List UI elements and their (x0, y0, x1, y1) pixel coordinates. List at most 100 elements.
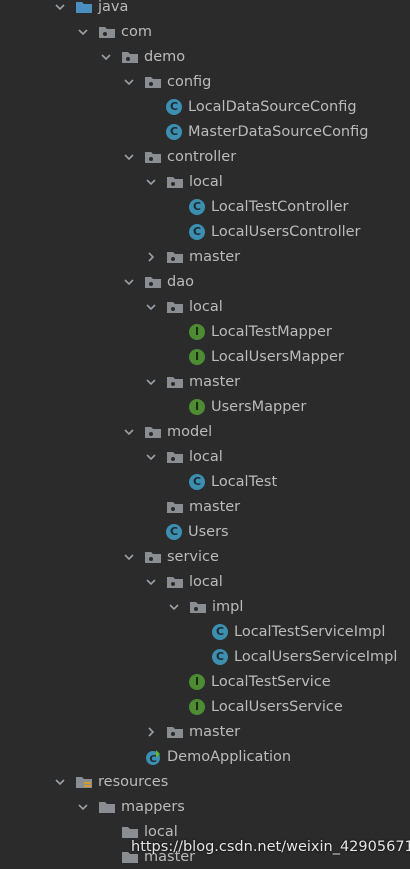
interface-icon: I (189, 398, 205, 415)
chevron-down-icon[interactable] (122, 275, 136, 289)
tree-item-label: com (121, 23, 152, 40)
spring-boot-app-icon: C (144, 748, 162, 766)
tree-item-label: LocalUsersController (211, 223, 361, 240)
package-icon (121, 49, 139, 65)
folder-src-icon (75, 0, 93, 15)
interface-icon: I (189, 323, 205, 340)
tree-row[interactable]: I LocalUsersMapper (0, 344, 410, 369)
tree-row[interactable]: model (0, 419, 410, 444)
tree-row[interactable]: C LocalTest (0, 469, 410, 494)
tree-item-label: master (189, 723, 241, 740)
chevron-down-icon[interactable] (122, 75, 136, 89)
tree-row[interactable]: service (0, 544, 410, 569)
chevron-down-icon[interactable] (76, 25, 90, 39)
chevron-down-icon[interactable] (99, 50, 113, 64)
interface-icon: I (189, 348, 205, 365)
interface-icon: I (189, 698, 205, 715)
tree-item-label: impl (212, 598, 244, 615)
tree-row[interactable]: master (0, 719, 410, 744)
class-icon: C (166, 123, 182, 140)
tree-row[interactable]: C DemoApplication (0, 744, 410, 769)
tree-item-label: LocalTest (211, 473, 278, 490)
tree-row[interactable]: C MasterDataSourceConfig (0, 119, 410, 144)
package-icon (144, 274, 162, 290)
class-icon: C (189, 223, 205, 240)
chevron-down-icon[interactable] (53, 775, 67, 789)
tree-item-label: resources (98, 773, 169, 790)
tree-item-label: DemoApplication (167, 748, 292, 765)
package-icon (166, 449, 184, 465)
package-icon (166, 299, 184, 315)
package-icon (98, 24, 116, 40)
tree-row[interactable]: I LocalTestMapper (0, 319, 410, 344)
tree-row[interactable]: local (0, 294, 410, 319)
package-icon (166, 174, 184, 190)
tree-item-label: local (189, 573, 223, 590)
class-icon: C (166, 98, 182, 115)
tree-row[interactable]: local (0, 569, 410, 594)
chevron-down-icon[interactable] (122, 550, 136, 564)
chevron-right-icon[interactable] (144, 725, 158, 739)
svg-text:C: C (149, 754, 156, 765)
tree-row[interactable]: I UsersMapper (0, 394, 410, 419)
tree-row[interactable]: demo (0, 44, 410, 69)
folder-res-icon (75, 774, 93, 790)
tree-row[interactable]: resources (0, 769, 410, 794)
tree-row[interactable]: C LocalTestController (0, 194, 410, 219)
tree-row[interactable]: config (0, 69, 410, 94)
tree-row[interactable]: master (0, 369, 410, 394)
tree-item-label: local (144, 823, 178, 840)
tree-item-label: master (189, 248, 241, 265)
tree-row[interactable]: I LocalUsersService (0, 694, 410, 719)
tree-row[interactable]: mappers (0, 794, 410, 819)
tree-row[interactable]: impl (0, 594, 410, 619)
chevron-down-icon[interactable] (122, 425, 136, 439)
tree-item-label: LocalDataSourceConfig (188, 98, 357, 115)
tree-item-label: LocalTestServiceImpl (234, 623, 386, 640)
tree-row[interactable]: com (0, 19, 410, 44)
tree-row[interactable]: C LocalDataSourceConfig (0, 94, 410, 119)
tree-item-label: mappers (121, 798, 185, 815)
tree-row[interactable]: C Users (0, 519, 410, 544)
chevron-down-icon[interactable] (144, 300, 158, 314)
tree-row[interactable]: master (0, 244, 410, 269)
chevron-down-icon[interactable] (167, 600, 181, 614)
tree-row[interactable]: C LocalUsersController (0, 219, 410, 244)
tree-item-label: local (189, 298, 223, 315)
tree-item-label: controller (167, 148, 237, 165)
package-icon (166, 499, 184, 515)
tree-row[interactable]: C LocalTestServiceImpl (0, 619, 410, 644)
chevron-down-icon[interactable] (53, 0, 67, 14)
chevron-down-icon[interactable] (76, 800, 90, 814)
tree-item-label: model (167, 423, 213, 440)
chevron-down-icon[interactable] (122, 150, 136, 164)
tree-row[interactable]: controller (0, 144, 410, 169)
tree-item-label: master (189, 373, 241, 390)
chevron-down-icon[interactable] (144, 375, 158, 389)
class-icon: C (166, 523, 182, 540)
chevron-down-icon[interactable] (144, 575, 158, 589)
package-icon (189, 599, 207, 615)
tree-item-label: MasterDataSourceConfig (188, 123, 369, 140)
tree-row[interactable]: local (0, 444, 410, 469)
tree-row[interactable]: I LocalTestService (0, 669, 410, 694)
chevron-down-icon[interactable] (144, 450, 158, 464)
tree-row[interactable]: dao (0, 269, 410, 294)
tree-item-label: LocalUsersService (211, 698, 343, 715)
tree-item-label: LocalTestMapper (211, 323, 332, 340)
watermark-text: https://blog.csdn.net/weixin_42905671 (131, 839, 410, 855)
chevron-right-icon[interactable] (144, 250, 158, 264)
chevron-down-icon[interactable] (144, 175, 158, 189)
tree-item-label: LocalUsersMapper (211, 348, 344, 365)
tree-row[interactable]: java (0, 0, 410, 19)
tree-row[interactable]: local (0, 169, 410, 194)
tree-item-label: java (98, 0, 129, 15)
tree-row[interactable]: master (0, 494, 410, 519)
package-icon (144, 424, 162, 440)
package-icon (166, 724, 184, 740)
folder-icon (121, 824, 139, 840)
package-icon (144, 149, 162, 165)
tree-item-label: LocalUsersServiceImpl (234, 648, 398, 665)
tree-row[interactable]: C LocalUsersServiceImpl (0, 644, 410, 669)
package-icon (166, 249, 184, 265)
